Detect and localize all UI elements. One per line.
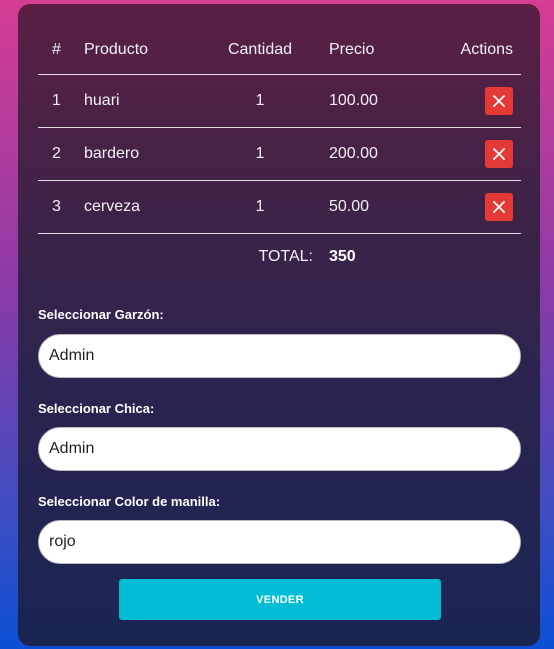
row-price: 50.00 [329, 198, 370, 215]
row-number: 2 [52, 145, 61, 162]
delete-item-button[interactable] [485, 140, 513, 168]
delete-item-button[interactable] [485, 193, 513, 221]
total-label: TOTAL: [258, 248, 313, 265]
manilla-label: Seleccionar Color de manilla: [38, 494, 221, 509]
row-price: 100.00 [329, 92, 378, 109]
row-price: 200.00 [329, 145, 378, 162]
garzon-label: Seleccionar Garzón: [38, 307, 164, 322]
total-row: TOTAL: 350 [38, 234, 521, 282]
vender-button[interactable]: VENDER [119, 579, 441, 620]
total-value: 350 [329, 248, 356, 265]
close-icon [493, 95, 505, 107]
row-actions [485, 75, 513, 127]
row-product: huari [84, 92, 120, 109]
sale-card: # Producto Cantidad Precio Actions 1 hua… [18, 4, 540, 646]
row-actions [485, 128, 513, 180]
cart-table: # Producto Cantidad Precio Actions 1 hua… [38, 26, 521, 282]
table-header: # Producto Cantidad Precio Actions [38, 26, 521, 75]
header-actions: Actions [460, 41, 513, 58]
table-row: 1 huari 1 100.00 [38, 75, 521, 128]
header-number: # [52, 41, 61, 58]
header-price: Precio [329, 41, 375, 58]
manilla-color-input[interactable] [38, 520, 521, 564]
row-number: 1 [52, 92, 61, 109]
chica-input[interactable] [38, 427, 521, 471]
row-product: bardero [84, 145, 140, 162]
row-quantity: 1 [255, 198, 265, 215]
row-actions [485, 181, 513, 233]
row-product: cerveza [84, 198, 141, 215]
close-icon [493, 148, 505, 160]
chica-label: Seleccionar Chica: [38, 401, 155, 416]
garzon-input[interactable] [38, 334, 521, 378]
delete-item-button[interactable] [485, 87, 513, 115]
header-quantity: Cantidad [227, 41, 293, 58]
row-quantity: 1 [255, 145, 265, 162]
table-row: 3 cerveza 1 50.00 [38, 181, 521, 234]
header-product: Producto [84, 41, 149, 58]
close-icon [493, 201, 505, 213]
row-quantity: 1 [255, 92, 265, 109]
row-number: 3 [52, 198, 61, 215]
table-row: 2 bardero 1 200.00 [38, 128, 521, 181]
